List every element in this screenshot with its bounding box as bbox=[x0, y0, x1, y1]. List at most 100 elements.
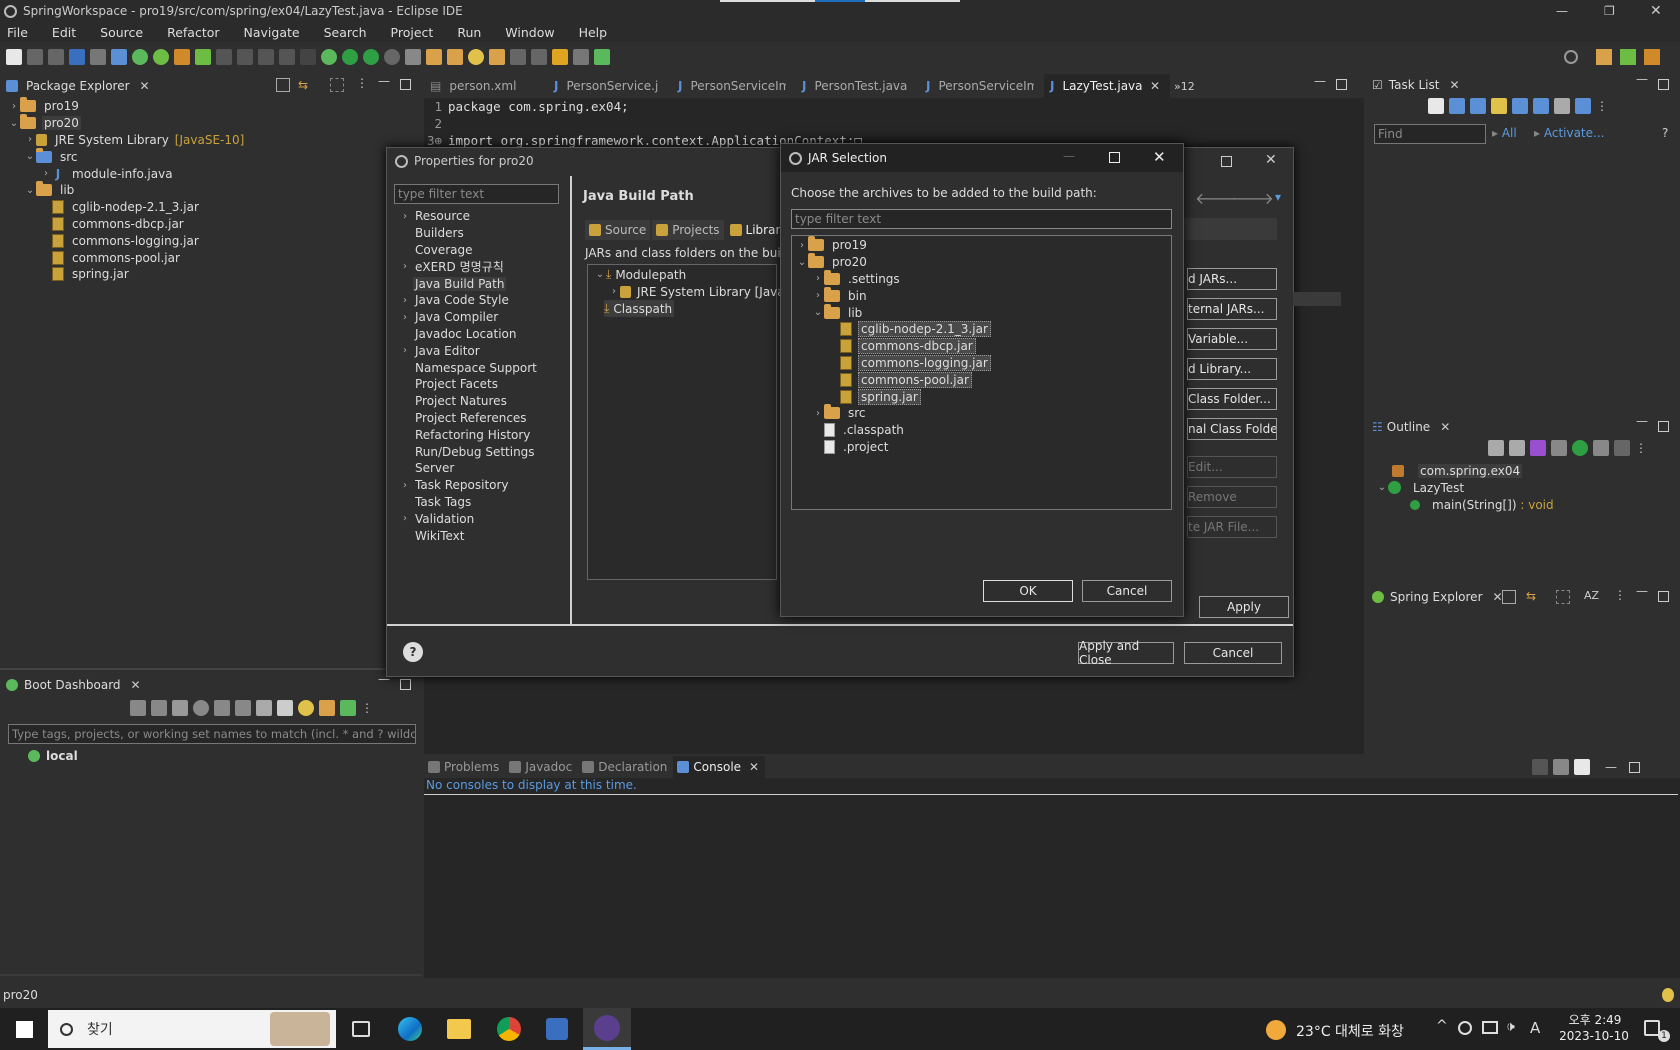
view-menu-icon[interactable]: ⋮ bbox=[1635, 441, 1647, 455]
select-icon[interactable] bbox=[279, 49, 295, 65]
nav-menu-icon[interactable]: ▾ bbox=[1275, 190, 1281, 204]
taskbar-search[interactable]: 찾기 bbox=[48, 1010, 336, 1048]
scheduled-icon[interactable] bbox=[1470, 98, 1486, 114]
expand-twisty[interactable]: › bbox=[399, 312, 411, 323]
properties-nav-item[interactable]: Project References bbox=[399, 410, 569, 427]
expand-twisty[interactable]: › bbox=[812, 273, 824, 284]
weather-text[interactable]: 23°C 대체로 화창 bbox=[1296, 1021, 1404, 1041]
hide-static-icon[interactable] bbox=[1551, 440, 1567, 456]
menu-edit[interactable]: Edit bbox=[52, 25, 76, 40]
properties-nav-item[interactable]: › Java Compiler bbox=[399, 309, 569, 326]
properties-nav-item[interactable]: Namespace Support bbox=[399, 359, 569, 376]
editor-tab[interactable]: J PersonServiceIm bbox=[672, 74, 796, 98]
ime-indicator[interactable]: A bbox=[1530, 1019, 1540, 1037]
outline-title[interactable]: Outline bbox=[1387, 420, 1430, 434]
close-button[interactable]: ✕ bbox=[1650, 3, 1662, 19]
minimize-button[interactable]: — bbox=[1063, 149, 1075, 163]
console-tab-problems[interactable]: Problems bbox=[424, 756, 505, 778]
focus-icon[interactable] bbox=[1614, 440, 1630, 456]
file-explorer-icon[interactable] bbox=[447, 1019, 471, 1039]
tree-item[interactable]: ⌄ lib bbox=[8, 181, 418, 199]
tree-item[interactable]: › .settings bbox=[796, 269, 991, 288]
tree-item[interactable]: › src bbox=[796, 404, 991, 422]
view-menu-icon[interactable]: ⋮ bbox=[1596, 99, 1608, 113]
outline-method[interactable]: main(String[]) : void bbox=[1432, 498, 1554, 512]
server-icon[interactable] bbox=[111, 49, 127, 65]
properties-nav-item[interactable]: WikiText bbox=[399, 527, 569, 544]
debug-icon[interactable] bbox=[321, 49, 337, 65]
restore-button[interactable]: ❐ bbox=[1604, 4, 1615, 18]
expand-twisty[interactable]: › bbox=[24, 134, 36, 145]
apply-button[interactable]: Apply bbox=[1199, 596, 1289, 618]
boot-dashboard-title[interactable]: Boot Dashboard bbox=[24, 678, 121, 692]
spring-perspective-icon[interactable] bbox=[1644, 49, 1660, 65]
edge-icon[interactable] bbox=[398, 1017, 422, 1041]
build-path-side-button[interactable]: Variable... bbox=[1187, 328, 1277, 350]
task-list-title[interactable]: Task List bbox=[1389, 78, 1440, 92]
expand-twisty[interactable]: › bbox=[399, 345, 411, 356]
tree-item[interactable]: › Jmodule-info.java bbox=[8, 165, 418, 182]
back-icon[interactable] bbox=[552, 49, 568, 65]
chrome-icon[interactable] bbox=[497, 1017, 521, 1041]
tree-item[interactable]: .project bbox=[796, 439, 991, 456]
tray-expand-icon[interactable]: ^ bbox=[1436, 1018, 1448, 1034]
build-path-tab[interactable]: Projects bbox=[652, 220, 724, 240]
hide-completed-icon[interactable] bbox=[1512, 98, 1528, 114]
build-path-side-button[interactable]: Class Folder... bbox=[1187, 388, 1277, 410]
stop-icon[interactable] bbox=[384, 49, 400, 65]
open-type-icon[interactable] bbox=[426, 49, 442, 65]
jar-filter-input[interactable]: type filter text bbox=[791, 209, 1172, 229]
terminal-icon[interactable] bbox=[69, 49, 85, 65]
expand-twisty[interactable]: › bbox=[796, 240, 808, 251]
menu-search[interactable]: Search bbox=[324, 25, 367, 40]
media-app-icon[interactable] bbox=[546, 1018, 568, 1040]
package-explorer-title[interactable]: Package Explorer bbox=[26, 79, 130, 93]
expand-twisty[interactable]: ⌄ bbox=[24, 185, 36, 196]
build-path-tree[interactable]: ⌄ ⤓ Modulepath › JRE System Library [Jav… bbox=[587, 264, 792, 580]
view-menu-icon[interactable]: ⋮ bbox=[361, 701, 373, 715]
tree-item[interactable]: › bin bbox=[796, 286, 991, 304]
expand-twisty[interactable]: ⌄ bbox=[812, 307, 824, 318]
tree-item[interactable]: spring.jar bbox=[8, 266, 418, 283]
apply-and-close-button[interactable]: Apply and Close bbox=[1078, 639, 1174, 667]
tree-item[interactable]: ⌄ pro20 bbox=[8, 114, 418, 132]
minimize-icon[interactable]: — bbox=[378, 74, 390, 88]
code-line[interactable]: 2 bbox=[424, 115, 1364, 132]
task-find-input[interactable]: Find bbox=[1374, 124, 1486, 144]
expand-twisty[interactable]: › bbox=[40, 168, 52, 179]
properties-nav-item[interactable]: Refactoring History bbox=[399, 426, 569, 443]
bulb-icon[interactable] bbox=[298, 700, 314, 716]
meet-icon[interactable] bbox=[1458, 1021, 1472, 1035]
display-console-icon[interactable] bbox=[1553, 759, 1569, 775]
expand-twisty[interactable]: › bbox=[399, 211, 411, 222]
new-icon[interactable] bbox=[6, 49, 22, 65]
cancel-button[interactable]: Cancel bbox=[1082, 580, 1172, 602]
search-icon[interactable] bbox=[468, 49, 484, 65]
filter-icon[interactable] bbox=[1556, 590, 1570, 604]
collapse-icon[interactable] bbox=[1533, 98, 1549, 114]
maximize-button[interactable] bbox=[1109, 152, 1120, 163]
maximize-icon[interactable] bbox=[1658, 421, 1669, 432]
build-path-side-button[interactable]: d Library... bbox=[1187, 358, 1277, 380]
annotation-icon[interactable] bbox=[489, 49, 505, 65]
menu-project[interactable]: Project bbox=[391, 25, 434, 40]
jre-label[interactable]: JRE System Library [JavaS bbox=[637, 285, 792, 299]
sync-icon[interactable] bbox=[1575, 98, 1591, 114]
spring-icon[interactable] bbox=[153, 49, 169, 65]
maximize-icon[interactable] bbox=[1336, 79, 1347, 90]
prev-annotation-icon[interactable] bbox=[510, 49, 526, 65]
debug-icon[interactable] bbox=[151, 700, 167, 716]
expand-twisty[interactable]: ⌄ bbox=[1376, 482, 1388, 493]
sort-icon[interactable] bbox=[1509, 440, 1525, 456]
jar-tree[interactable]: › pro19 ⌄ pro20 › .settings › bin ⌄ lib cglib-node… bbox=[791, 235, 1172, 510]
expand-twisty[interactable]: ⌄ bbox=[8, 118, 20, 129]
stop-icon[interactable] bbox=[172, 700, 188, 716]
maximize-button[interactable] bbox=[1221, 156, 1232, 167]
view-menu-icon[interactable]: ⋮ bbox=[356, 76, 368, 90]
tree-item[interactable]: commons-logging.jar bbox=[8, 232, 418, 249]
close-icon[interactable]: ✕ bbox=[1449, 78, 1459, 92]
link-editor-icon[interactable]: ⇆ bbox=[1526, 589, 1536, 603]
maximize-icon[interactable] bbox=[1658, 591, 1669, 602]
expand-twisty[interactable]: ⌄ bbox=[594, 269, 606, 280]
maximize-icon[interactable] bbox=[1658, 79, 1669, 90]
